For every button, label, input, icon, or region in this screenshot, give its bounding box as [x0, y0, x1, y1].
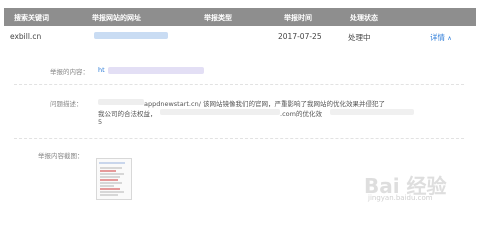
redacted-content	[108, 67, 204, 74]
thumb-header	[99, 162, 125, 164]
header-keyword: 搜索关键词	[14, 14, 49, 22]
table-header: 搜索关键词 举报网站的网址 举报类型 举报时间 处理状态	[4, 8, 476, 26]
row-time: 2017-07-25	[278, 32, 322, 41]
screenshot-label: 举报内容截图：	[38, 152, 84, 160]
redacted-text	[160, 109, 280, 115]
thumb-line	[100, 182, 122, 184]
content-label: 举报的内容：	[50, 68, 89, 76]
header-time: 举报时间	[284, 14, 312, 22]
problem-line-2b: .com的优化效	[280, 110, 322, 118]
chevron-up-icon: ∧	[447, 35, 452, 42]
thumb-line	[100, 191, 124, 193]
row-keyword: exbill.cn	[10, 32, 42, 41]
thumb-line	[100, 170, 116, 172]
content-link[interactable]: ht	[98, 66, 105, 74]
problem-line-1: appdnewstart.cn/ 该网站镜像我们的官网，严重影响了我网站的优化效…	[144, 100, 385, 108]
thumb-line	[100, 179, 118, 181]
redacted-text	[98, 99, 144, 105]
problem-label: 问题描述：	[50, 100, 83, 108]
thumb-line	[100, 185, 114, 187]
thumb-line	[100, 167, 122, 169]
thumb-line	[100, 188, 120, 190]
redacted-text	[330, 109, 414, 115]
problem-line-3: 5	[98, 118, 103, 126]
header-url: 举报网站的网址	[92, 14, 141, 22]
thumb-line	[100, 176, 120, 178]
divider	[14, 84, 464, 85]
thumb-line	[100, 173, 124, 175]
details-toggle-button[interactable]: 详情 ∧	[430, 32, 452, 43]
row-status: 处理中	[348, 33, 371, 42]
thumb-line	[100, 194, 118, 196]
redacted-url	[94, 32, 168, 39]
problem-line-2: 我公司的合法权益，	[98, 110, 157, 118]
header-type: 举报类型	[204, 14, 232, 22]
table-row[interactable]: exbill.cn 2017-07-25 处理中 详情 ∧	[4, 26, 476, 47]
header-status: 处理状态	[350, 14, 378, 22]
divider	[14, 138, 464, 139]
baidu-watermark-url: jingyan.baidu.com	[368, 194, 433, 202]
report-screenshot-thumbnail[interactable]	[96, 158, 132, 200]
details-label: 详情	[430, 33, 445, 42]
